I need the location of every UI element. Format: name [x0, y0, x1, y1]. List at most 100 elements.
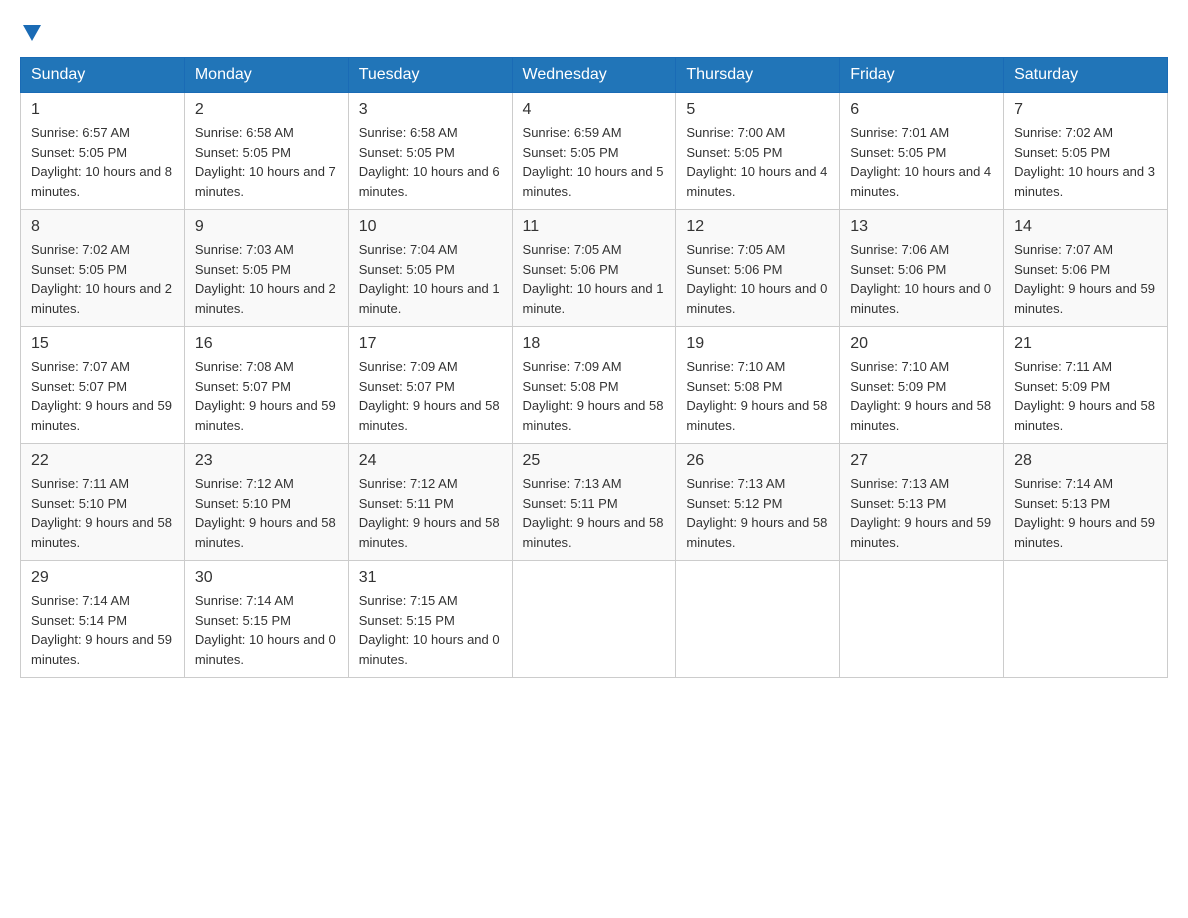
day-number: 22	[31, 452, 174, 470]
calendar-cell: 12 Sunrise: 7:05 AMSunset: 5:06 PMDaylig…	[676, 210, 840, 327]
calendar-cell: 2 Sunrise: 6:58 AMSunset: 5:05 PMDayligh…	[184, 93, 348, 210]
day-info: Sunrise: 7:05 AMSunset: 5:06 PMDaylight:…	[686, 242, 827, 316]
calendar-cell: 25 Sunrise: 7:13 AMSunset: 5:11 PMDaylig…	[512, 444, 676, 561]
col-header-wednesday: Wednesday	[512, 58, 676, 93]
day-info: Sunrise: 7:14 AMSunset: 5:15 PMDaylight:…	[195, 593, 336, 667]
day-number: 21	[1014, 335, 1157, 353]
day-number: 12	[686, 218, 829, 236]
day-info: Sunrise: 7:09 AMSunset: 5:07 PMDaylight:…	[359, 359, 500, 433]
day-info: Sunrise: 7:14 AMSunset: 5:14 PMDaylight:…	[31, 593, 172, 667]
day-number: 24	[359, 452, 502, 470]
day-number: 13	[850, 218, 993, 236]
calendar-cell	[840, 561, 1004, 678]
calendar-cell: 15 Sunrise: 7:07 AMSunset: 5:07 PMDaylig…	[21, 327, 185, 444]
day-number: 20	[850, 335, 993, 353]
day-info: Sunrise: 7:08 AMSunset: 5:07 PMDaylight:…	[195, 359, 336, 433]
day-number: 4	[523, 101, 666, 119]
day-info: Sunrise: 7:07 AMSunset: 5:07 PMDaylight:…	[31, 359, 172, 433]
day-number: 10	[359, 218, 502, 236]
calendar-cell: 1 Sunrise: 6:57 AMSunset: 5:05 PMDayligh…	[21, 93, 185, 210]
logo	[20, 20, 41, 37]
day-number: 6	[850, 101, 993, 119]
col-header-sunday: Sunday	[21, 58, 185, 93]
calendar-cell: 19 Sunrise: 7:10 AMSunset: 5:08 PMDaylig…	[676, 327, 840, 444]
day-number: 14	[1014, 218, 1157, 236]
day-info: Sunrise: 7:00 AMSunset: 5:05 PMDaylight:…	[686, 125, 827, 199]
day-info: Sunrise: 7:01 AMSunset: 5:05 PMDaylight:…	[850, 125, 991, 199]
day-info: Sunrise: 7:05 AMSunset: 5:06 PMDaylight:…	[523, 242, 664, 316]
day-info: Sunrise: 7:14 AMSunset: 5:13 PMDaylight:…	[1014, 476, 1155, 550]
col-header-tuesday: Tuesday	[348, 58, 512, 93]
calendar-cell: 10 Sunrise: 7:04 AMSunset: 5:05 PMDaylig…	[348, 210, 512, 327]
day-info: Sunrise: 7:12 AMSunset: 5:10 PMDaylight:…	[195, 476, 336, 550]
calendar-week-row: 1 Sunrise: 6:57 AMSunset: 5:05 PMDayligh…	[21, 93, 1168, 210]
calendar-cell: 5 Sunrise: 7:00 AMSunset: 5:05 PMDayligh…	[676, 93, 840, 210]
day-info: Sunrise: 7:10 AMSunset: 5:09 PMDaylight:…	[850, 359, 991, 433]
calendar-cell: 13 Sunrise: 7:06 AMSunset: 5:06 PMDaylig…	[840, 210, 1004, 327]
day-info: Sunrise: 7:11 AMSunset: 5:10 PMDaylight:…	[31, 476, 172, 550]
day-info: Sunrise: 7:04 AMSunset: 5:05 PMDaylight:…	[359, 242, 500, 316]
day-info: Sunrise: 7:03 AMSunset: 5:05 PMDaylight:…	[195, 242, 336, 316]
calendar-cell	[676, 561, 840, 678]
day-info: Sunrise: 6:57 AMSunset: 5:05 PMDaylight:…	[31, 125, 172, 199]
calendar-cell: 9 Sunrise: 7:03 AMSunset: 5:05 PMDayligh…	[184, 210, 348, 327]
day-number: 1	[31, 101, 174, 119]
day-number: 28	[1014, 452, 1157, 470]
day-number: 16	[195, 335, 338, 353]
col-header-thursday: Thursday	[676, 58, 840, 93]
calendar-cell: 28 Sunrise: 7:14 AMSunset: 5:13 PMDaylig…	[1004, 444, 1168, 561]
calendar-cell	[1004, 561, 1168, 678]
calendar-cell: 8 Sunrise: 7:02 AMSunset: 5:05 PMDayligh…	[21, 210, 185, 327]
calendar-week-row: 22 Sunrise: 7:11 AMSunset: 5:10 PMDaylig…	[21, 444, 1168, 561]
calendar-cell: 6 Sunrise: 7:01 AMSunset: 5:05 PMDayligh…	[840, 93, 1004, 210]
calendar-cell: 29 Sunrise: 7:14 AMSunset: 5:14 PMDaylig…	[21, 561, 185, 678]
day-info: Sunrise: 7:11 AMSunset: 5:09 PMDaylight:…	[1014, 359, 1155, 433]
day-number: 15	[31, 335, 174, 353]
logo-triangle-icon	[23, 25, 41, 41]
day-info: Sunrise: 7:06 AMSunset: 5:06 PMDaylight:…	[850, 242, 991, 316]
day-number: 5	[686, 101, 829, 119]
calendar-cell: 7 Sunrise: 7:02 AMSunset: 5:05 PMDayligh…	[1004, 93, 1168, 210]
day-info: Sunrise: 7:13 AMSunset: 5:13 PMDaylight:…	[850, 476, 991, 550]
calendar-cell: 4 Sunrise: 6:59 AMSunset: 5:05 PMDayligh…	[512, 93, 676, 210]
calendar-cell: 16 Sunrise: 7:08 AMSunset: 5:07 PMDaylig…	[184, 327, 348, 444]
calendar-table: SundayMondayTuesdayWednesdayThursdayFrid…	[20, 57, 1168, 678]
calendar-week-row: 29 Sunrise: 7:14 AMSunset: 5:14 PMDaylig…	[21, 561, 1168, 678]
calendar-week-row: 15 Sunrise: 7:07 AMSunset: 5:07 PMDaylig…	[21, 327, 1168, 444]
calendar-cell: 20 Sunrise: 7:10 AMSunset: 5:09 PMDaylig…	[840, 327, 1004, 444]
day-number: 3	[359, 101, 502, 119]
calendar-cell	[512, 561, 676, 678]
day-info: Sunrise: 6:59 AMSunset: 5:05 PMDaylight:…	[523, 125, 664, 199]
calendar-cell: 23 Sunrise: 7:12 AMSunset: 5:10 PMDaylig…	[184, 444, 348, 561]
day-info: Sunrise: 7:13 AMSunset: 5:11 PMDaylight:…	[523, 476, 664, 550]
day-number: 8	[31, 218, 174, 236]
calendar-header-row: SundayMondayTuesdayWednesdayThursdayFrid…	[21, 58, 1168, 93]
calendar-cell: 30 Sunrise: 7:14 AMSunset: 5:15 PMDaylig…	[184, 561, 348, 678]
calendar-cell: 26 Sunrise: 7:13 AMSunset: 5:12 PMDaylig…	[676, 444, 840, 561]
day-info: Sunrise: 7:10 AMSunset: 5:08 PMDaylight:…	[686, 359, 827, 433]
day-info: Sunrise: 6:58 AMSunset: 5:05 PMDaylight:…	[359, 125, 500, 199]
page-header	[20, 20, 1168, 37]
calendar-cell: 3 Sunrise: 6:58 AMSunset: 5:05 PMDayligh…	[348, 93, 512, 210]
calendar-cell: 14 Sunrise: 7:07 AMSunset: 5:06 PMDaylig…	[1004, 210, 1168, 327]
calendar-cell: 24 Sunrise: 7:12 AMSunset: 5:11 PMDaylig…	[348, 444, 512, 561]
day-number: 2	[195, 101, 338, 119]
col-header-saturday: Saturday	[1004, 58, 1168, 93]
day-number: 23	[195, 452, 338, 470]
calendar-cell: 11 Sunrise: 7:05 AMSunset: 5:06 PMDaylig…	[512, 210, 676, 327]
day-info: Sunrise: 7:07 AMSunset: 5:06 PMDaylight:…	[1014, 242, 1155, 316]
calendar-week-row: 8 Sunrise: 7:02 AMSunset: 5:05 PMDayligh…	[21, 210, 1168, 327]
day-number: 25	[523, 452, 666, 470]
day-number: 9	[195, 218, 338, 236]
day-info: Sunrise: 7:15 AMSunset: 5:15 PMDaylight:…	[359, 593, 500, 667]
day-info: Sunrise: 7:02 AMSunset: 5:05 PMDaylight:…	[1014, 125, 1155, 199]
col-header-friday: Friday	[840, 58, 1004, 93]
day-number: 26	[686, 452, 829, 470]
day-number: 19	[686, 335, 829, 353]
calendar-cell: 22 Sunrise: 7:11 AMSunset: 5:10 PMDaylig…	[21, 444, 185, 561]
day-number: 17	[359, 335, 502, 353]
day-number: 29	[31, 569, 174, 587]
day-info: Sunrise: 7:09 AMSunset: 5:08 PMDaylight:…	[523, 359, 664, 433]
day-number: 11	[523, 218, 666, 236]
calendar-cell: 27 Sunrise: 7:13 AMSunset: 5:13 PMDaylig…	[840, 444, 1004, 561]
